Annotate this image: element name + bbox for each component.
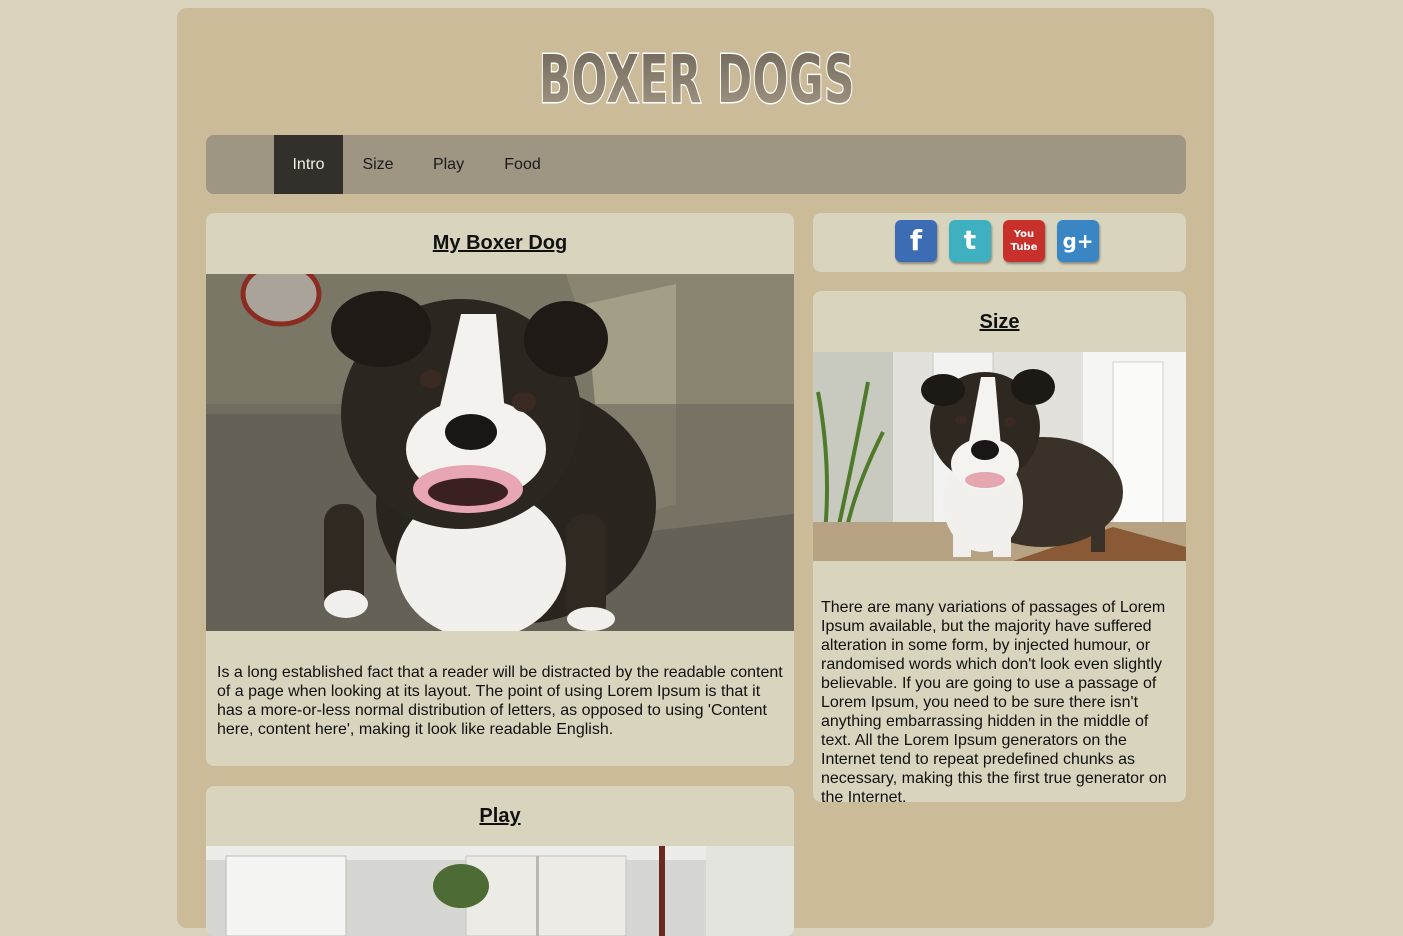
nav-item-play[interactable]: Play [413,135,484,194]
site-logo[interactable]: BOXER DOGS [532,38,862,113]
boxer-dog-photo [206,274,794,631]
page-wrapper: BOXER DOGS Intro Size Play Food My Boxer… [177,8,1214,936]
size-photo [813,352,1186,561]
size-panel: Size There are many variations of passag… [813,291,1186,802]
nav-item-food[interactable]: Food [484,135,561,194]
play-photo [206,846,794,936]
size-text: There are many variations of passages of… [821,599,1167,802]
size-title[interactable]: Size [813,311,1186,334]
nav-item-intro[interactable]: Intro [274,135,343,194]
youtube-icon[interactable]: You Tube [1003,220,1045,262]
google-plus-icon[interactable]: g+ [1057,220,1099,262]
logo-text: BOXER DOGS [539,41,855,112]
intro-panel: My Boxer Dog Is a long established fact … [206,213,794,766]
social-panel: f t You Tube g+ [813,213,1186,272]
twitter-icon[interactable]: t [949,220,991,262]
intro-title[interactable]: My Boxer Dog [206,232,794,255]
nav-item-size[interactable]: Size [343,135,413,194]
play-panel: Play [206,786,794,936]
main-nav: Intro Size Play Food [206,135,1186,194]
play-title[interactable]: Play [206,805,794,828]
facebook-icon[interactable]: f [895,220,937,262]
intro-text: Is a long established fact that a reader… [217,664,783,738]
